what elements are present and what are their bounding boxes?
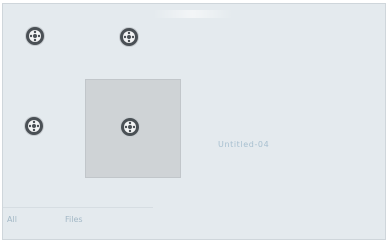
film-reel-icon[interactable] bbox=[120, 28, 138, 46]
divider bbox=[3, 207, 153, 208]
glare-highlight bbox=[153, 10, 233, 18]
footer-link-files[interactable]: Files bbox=[65, 215, 83, 224]
film-reel-icon[interactable] bbox=[25, 117, 43, 135]
footer-link-all[interactable]: All bbox=[7, 215, 17, 224]
film-reel-icon[interactable] bbox=[26, 27, 44, 45]
media-caption: Untitled-04 bbox=[218, 140, 270, 149]
film-reel-icon[interactable] bbox=[121, 118, 139, 136]
media-browser-panel: Untitled-04 All Files bbox=[2, 3, 386, 240]
